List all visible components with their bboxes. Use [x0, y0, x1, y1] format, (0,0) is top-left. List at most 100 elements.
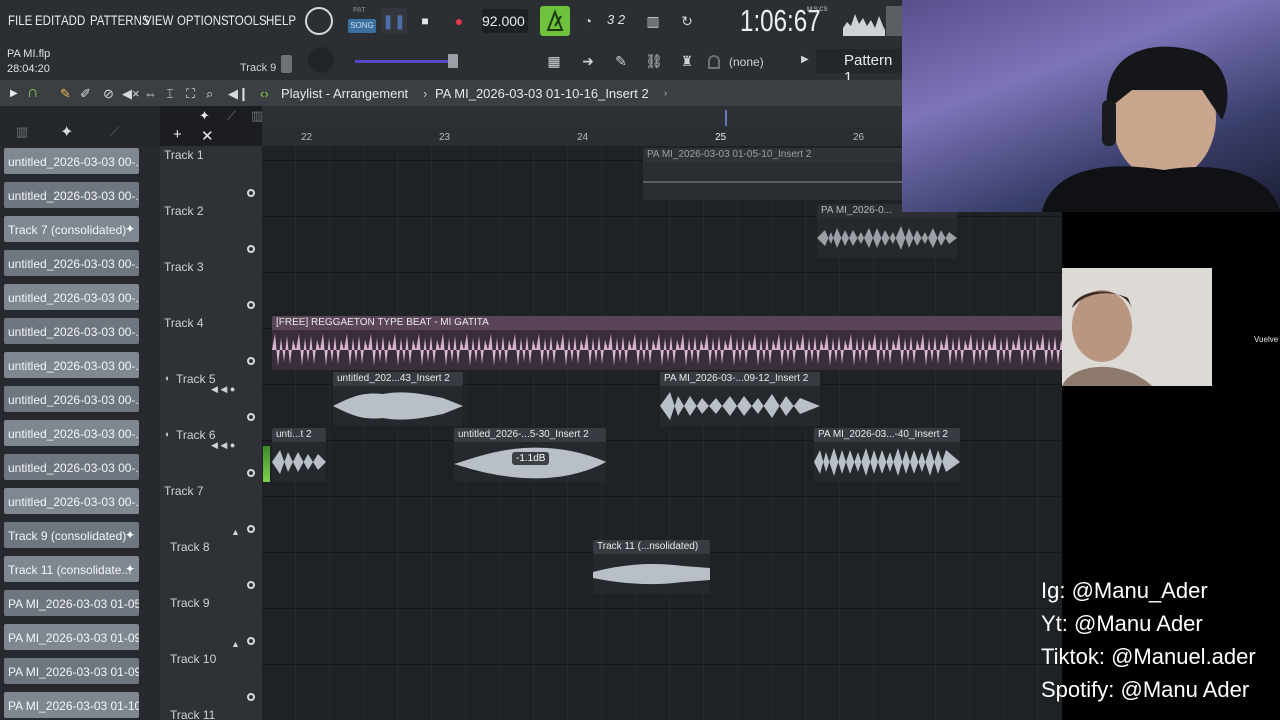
mixer-icon[interactable]: [281, 55, 292, 73]
track-mute-led-icon[interactable]: [247, 245, 255, 253]
slice-tool-icon[interactable]: ⌶: [166, 86, 174, 102]
wait-input-icon[interactable]: ◔: [575, 8, 601, 34]
next-arrow-icon[interactable]: ▶: [801, 54, 809, 65]
pencil-tool-icon[interactable]: ✎: [608, 48, 634, 74]
track-name[interactable]: Track 10: [170, 652, 216, 666]
typing-keyboard-icon[interactable]: ▥: [640, 8, 666, 34]
clip-audio[interactable]: untitled_2026-...5-30_Insert 2 -1.1dB: [454, 428, 606, 482]
wave-tool-icon[interactable]: ✦: [199, 108, 210, 124]
browser-item[interactable]: untitled_2026-03-03 00-...: [4, 182, 139, 208]
playlist-current-pattern[interactable]: PA MI_2026-03-03 01-10-16_Insert 2: [435, 86, 649, 101]
magnet-snap-icon[interactable]: ∩: [27, 84, 39, 102]
browser-item[interactable]: untitled_2026-03-03 00-...: [4, 284, 139, 310]
pattern-dropdown-icon[interactable]: ›: [664, 88, 667, 98]
track-mute-led-icon[interactable]: [247, 637, 255, 645]
arrow-right-icon[interactable]: ➜: [575, 48, 601, 74]
plugin-icon[interactable]: ♜: [674, 48, 700, 74]
arrangement-arrow-icon[interactable]: ‹›: [260, 86, 269, 101]
browser-item[interactable]: untitled_2026-03-03 00-...: [4, 454, 139, 480]
menu-edit[interactable]: EDIT: [35, 12, 61, 28]
track-record-arm-icon[interactable]: ◐: [165, 429, 170, 439]
track-name[interactable]: Track 1: [164, 148, 204, 162]
zoom-tool-icon[interactable]: ⌕: [206, 86, 213, 102]
play-small-icon[interactable]: ▶: [10, 88, 18, 99]
piano-roll-icon[interactable]: ▦: [541, 48, 567, 74]
browser-item[interactable]: PA MI_2026-03-03 01-05...: [4, 590, 139, 616]
track-collapse-icon[interactable]: ▲: [231, 639, 240, 649]
track-name[interactable]: Track 5: [176, 372, 216, 386]
browser-item[interactable]: untitled_2026-03-03 00-...: [4, 318, 139, 344]
add-track-icon[interactable]: +: [173, 126, 182, 143]
browser-item[interactable]: Track 11 (consolidate... ✦: [4, 556, 139, 582]
track-mute-led-icon[interactable]: [247, 357, 255, 365]
pat-label[interactable]: PAT: [353, 7, 366, 14]
song-mode-button[interactable]: SONG: [348, 19, 376, 33]
delete-tool-icon[interactable]: ⊘: [103, 86, 114, 102]
browser-link-icon[interactable]: ⟋: [110, 124, 119, 140]
step-display[interactable]: 3 2: [607, 12, 625, 27]
link-icon[interactable]: ⛓: [641, 48, 667, 74]
browser-item[interactable]: Track 9 (consolidated) ✦: [4, 522, 139, 548]
browser-item[interactable]: untitled_2026-03-03 00-...: [4, 488, 139, 514]
browser-item[interactable]: untitled_2026-03-03 00-...: [4, 250, 139, 276]
slider-handle[interactable]: [448, 54, 458, 68]
chain-icon[interactable]: ⟋: [227, 108, 236, 124]
clip-beat[interactable]: [FREE] REGGAETON TYPE BEAT - MI GATITA: [272, 316, 1062, 370]
mute-tool-icon[interactable]: ◀×: [122, 86, 140, 102]
track-collapse-icon[interactable]: ▲: [231, 527, 240, 537]
track-name[interactable]: Track 4: [164, 316, 204, 330]
stop-icon[interactable]: ■: [412, 8, 438, 34]
master-volume-knob-icon[interactable]: [305, 7, 333, 35]
loop-record-icon[interactable]: ↻: [674, 8, 700, 34]
menu-file[interactable]: FILE: [8, 12, 32, 28]
record-icon[interactable]: ●: [446, 8, 472, 34]
menu-view[interactable]: VIEW: [144, 12, 173, 28]
pattern-selector[interactable]: Pattern 1: [816, 49, 902, 86]
metronome-button[interactable]: [540, 6, 570, 36]
browser-item[interactable]: PA MI_2026-03-03 01-09...: [4, 624, 139, 650]
master-pitch-knob-icon[interactable]: [308, 47, 334, 73]
draw-tool-icon[interactable]: ✎: [60, 86, 71, 102]
track-controls-icon[interactable]: ◀ ◀ ●: [211, 440, 235, 451]
track-mute-led-icon[interactable]: [247, 413, 255, 421]
grid-icon[interactable]: ▥: [251, 108, 263, 124]
browser-item[interactable]: untitled_2026-03-03 00-...: [4, 148, 139, 174]
browser-item[interactable]: untitled_2026-03-03 00-...: [4, 420, 139, 446]
clip-audio[interactable]: PA MI_2026-0...: [817, 204, 957, 258]
menu-help[interactable]: HELP: [266, 12, 296, 28]
track-mute-led-icon[interactable]: [247, 469, 255, 477]
browser-wave-icon[interactable]: ✦: [60, 122, 73, 142]
clip-audio[interactable]: PA MI_2026-03-03 01-05-10_Insert 2: [643, 148, 903, 200]
channel-selector[interactable]: (none): [729, 55, 764, 69]
track-mute-led-icon[interactable]: [247, 581, 255, 589]
track-name[interactable]: Track 8: [170, 540, 210, 554]
track-mute-led-icon[interactable]: [247, 525, 255, 533]
browser-item[interactable]: PA MI_2026-03-03 01-10...: [4, 692, 139, 718]
clip-audio[interactable]: PA MI_2026-03...-40_Insert 2: [814, 428, 960, 482]
master-volume-slider[interactable]: [355, 60, 450, 63]
track-name[interactable]: Track 7: [164, 484, 204, 498]
playback-tool-icon[interactable]: ◀❙: [228, 86, 249, 102]
track-name[interactable]: Track 3: [164, 260, 204, 274]
close-icon[interactable]: ✕: [201, 127, 214, 145]
menu-add[interactable]: ADD: [61, 12, 85, 28]
track-name[interactable]: Track 6: [176, 428, 216, 442]
track-name[interactable]: Track 11: [170, 708, 215, 720]
select-tool-icon[interactable]: ⛶: [186, 86, 195, 102]
browser-item[interactable]: Track 7 (consolidated) ✦: [4, 216, 139, 242]
clip-audio[interactable]: unti...t 2: [272, 428, 326, 482]
track-name[interactable]: Track 9: [170, 596, 210, 610]
track-name[interactable]: Track 2: [164, 204, 204, 218]
menu-options[interactable]: OPTIONS: [177, 12, 229, 28]
clip-audio[interactable]: untitled_202...43_Insert 2: [333, 372, 463, 426]
browser-item[interactable]: PA MI_2026-03-03 01-09...: [4, 658, 139, 684]
track-mute-led-icon[interactable]: [247, 693, 255, 701]
browser-bars-icon[interactable]: ▥: [16, 124, 28, 140]
paint-tool-icon[interactable]: ✐: [80, 86, 91, 102]
browser-item[interactable]: untitled_2026-03-03 00-...: [4, 386, 139, 412]
track-mute-led-icon[interactable]: [247, 301, 255, 309]
browser-item[interactable]: untitled_2026-03-03 00-...: [4, 352, 139, 378]
slip-tool-icon[interactable]: ⇔: [144, 86, 157, 101]
track-controls-icon[interactable]: ◀ ◀ ●: [211, 384, 235, 395]
pause-icon[interactable]: ❚❚: [381, 8, 407, 34]
